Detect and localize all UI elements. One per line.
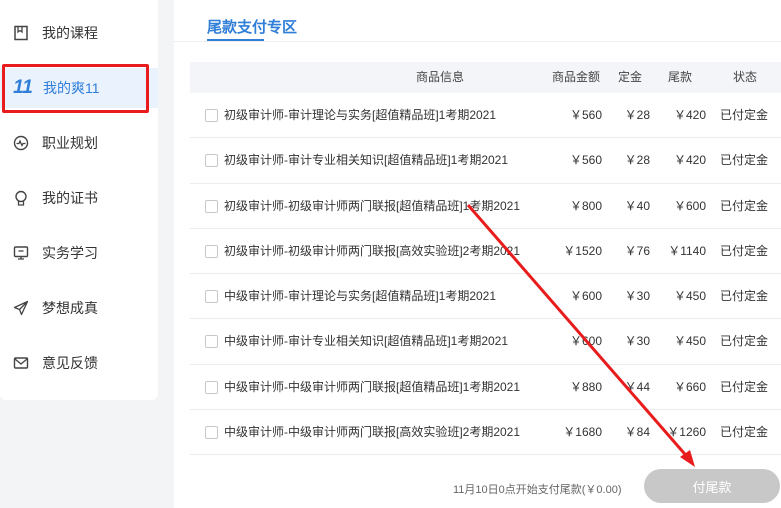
sidebar-item-practice[interactable]: 实务学习 (0, 233, 158, 273)
product-price: ￥600 (569, 289, 602, 304)
sidebar: 我的课程 11 我的爽11 职业规划 我的证书 实务学习 梦想成真 意见反馈 (0, 0, 158, 400)
main-panel: 尾款支付专区 商品信息 商品金额 定金 尾款 状态 初级审计师-审计理论与实务[… (174, 0, 781, 508)
balance-amount: ￥660 (673, 379, 706, 394)
table-row: 初级审计师-初级审计师两门联报[超值精品班]1考期2021 ￥800 ￥40 ￥… (190, 184, 781, 229)
product-name: 初级审计师-初级审计师两门联报[超值精品班]1考期2021 (224, 198, 521, 213)
product-name: 中级审计师-中级审计师两门联报[超值精品班]1考期2021 (224, 379, 521, 394)
deposit-amount: ￥44 (624, 379, 650, 394)
header-balance: 尾款 (667, 70, 692, 84)
product-name: 中级审计师-中级审计师两门联报[高效实验班]2考期2021 (224, 425, 521, 440)
sidebar-item-my-double11[interactable]: 11 我的爽11 (0, 68, 158, 108)
row-checkbox[interactable] (205, 154, 218, 168)
mail-icon (12, 354, 30, 372)
product-price: ￥880 (569, 379, 602, 394)
table-row: 中级审计师-审计专业相关知识[超值精品班]1考期2021 ￥600 ￥30 ￥4… (190, 319, 781, 365)
product-name: 初级审计师-审计理论与实务[超值精品班]1考期2021 (224, 108, 497, 122)
deposit-amount: ￥40 (624, 198, 650, 213)
payment-status: 已付定金 (719, 425, 768, 440)
table-row: 初级审计师-审计理论与实务[超值精品班]1考期2021 ￥560 ￥28 ￥42… (190, 93, 781, 139)
table-row: 初级审计师-审计专业相关知识[超值精品班]1考期2021 ￥560 ￥28 ￥4… (190, 138, 781, 184)
product-name: 初级审计师-审计专业相关知识[超值精品班]1考期2021 (224, 153, 509, 168)
deposit-amount: ￥28 (624, 153, 650, 168)
header-product-info: 商品信息 (415, 70, 464, 84)
orders-table: 商品信息 商品金额 定金 尾款 状态 初级审计师-审计理论与实务[超值精品班]1… (190, 62, 781, 456)
bookmark-icon (12, 24, 30, 42)
balance-amount: ￥600 (673, 198, 706, 213)
pulse-icon (12, 134, 30, 152)
sidebar-item-dreams[interactable]: 梦想成真 (0, 288, 158, 328)
row-checkbox[interactable] (205, 335, 218, 349)
balance-amount: ￥450 (673, 289, 706, 304)
balance-amount: ￥450 (673, 334, 706, 349)
tab-balance-payment[interactable]: 尾款支付专区 (207, 16, 297, 37)
balance-amount: ￥420 (673, 108, 706, 122)
table-row: 中级审计师-中级审计师两门联报[超值精品班]1考期2021 ￥880 ￥44 ￥… (190, 365, 781, 411)
badge-icon (12, 189, 30, 207)
payment-start-note: 11月10日0点开始支付尾款(￥0.00) (453, 484, 622, 496)
sidebar-item-label: 实务学习 (42, 245, 98, 261)
row-checkbox[interactable] (205, 290, 218, 304)
payment-status: 已付定金 (719, 289, 768, 304)
eleven-icon: 11 (13, 77, 33, 98)
payment-status: 已付定金 (719, 108, 768, 122)
payment-status: 已付定金 (719, 198, 768, 213)
payment-status: 已付定金 (719, 153, 768, 168)
sidebar-item-my-courses[interactable]: 我的课程 (0, 13, 158, 53)
sidebar-item-label: 意见反馈 (42, 355, 98, 371)
deposit-amount: ￥76 (624, 243, 650, 258)
row-checkbox[interactable] (205, 426, 218, 440)
sidebar-item-career[interactable]: 职业规划 (0, 123, 158, 163)
product-price: ￥560 (569, 153, 602, 168)
product-name: 中级审计师-审计理论与实务[超值精品班]1考期2021 (224, 289, 497, 304)
deposit-amount: ￥30 (624, 334, 650, 349)
table-row: 初级审计师-初级审计师两门联报[高效实验班]2考期2021 ￥1520 ￥76 … (190, 229, 781, 275)
product-price: ￥1680 (563, 425, 602, 440)
deposit-amount: ￥84 (624, 425, 650, 440)
pay-balance-button[interactable]: 付尾款 (644, 469, 780, 503)
row-checkbox[interactable] (205, 109, 218, 122)
product-price: ￥800 (569, 198, 602, 213)
tab-bar: 尾款支付专区 (174, 0, 781, 42)
product-name: 初级审计师-初级审计师两门联报[高效实验班]2考期2021 (224, 243, 521, 258)
tab-underline (207, 39, 264, 41)
payment-status: 已付定金 (719, 243, 768, 258)
deposit-amount: ￥30 (624, 289, 650, 304)
table-row: 中级审计师-中级审计师两门联报[高效实验班]2考期2021 ￥1680 ￥84 … (190, 410, 781, 456)
header-deposit: 定金 (617, 70, 642, 84)
table-header: 商品信息 商品金额 定金 尾款 状态 (190, 62, 781, 93)
product-price: ￥560 (569, 108, 602, 122)
payment-status: 已付定金 (719, 379, 768, 394)
sidebar-item-label: 我的爽11 (43, 80, 100, 96)
monitor-icon (12, 244, 30, 262)
balance-amount: ￥1140 (668, 243, 706, 258)
row-checkbox[interactable] (205, 380, 218, 394)
header-status: 状态 (732, 70, 757, 84)
row-checkbox[interactable] (205, 199, 218, 213)
sidebar-item-feedback[interactable]: 意见反馈 (0, 343, 158, 383)
product-price: ￥600 (569, 334, 602, 349)
row-checkbox[interactable] (205, 244, 218, 258)
product-price: ￥1520 (563, 243, 602, 258)
balance-amount: ￥1260 (667, 425, 706, 440)
sidebar-item-certificates[interactable]: 我的证书 (0, 178, 158, 218)
paper-plane-icon (12, 299, 30, 317)
table-row: 中级审计师-审计理论与实务[超值精品班]1考期2021 ￥600 ￥30 ￥45… (190, 274, 781, 320)
sidebar-item-label: 职业规划 (42, 135, 98, 151)
product-name: 中级审计师-审计专业相关知识[超值精品班]1考期2021 (224, 334, 509, 349)
sidebar-item-label: 梦想成真 (42, 300, 98, 316)
deposit-amount: ￥28 (624, 108, 650, 122)
sidebar-item-label: 我的课程 (42, 25, 98, 41)
balance-amount: ￥420 (673, 153, 706, 168)
payment-status: 已付定金 (719, 334, 768, 349)
sidebar-item-label: 我的证书 (42, 190, 98, 206)
header-price: 商品金额 (551, 70, 600, 84)
